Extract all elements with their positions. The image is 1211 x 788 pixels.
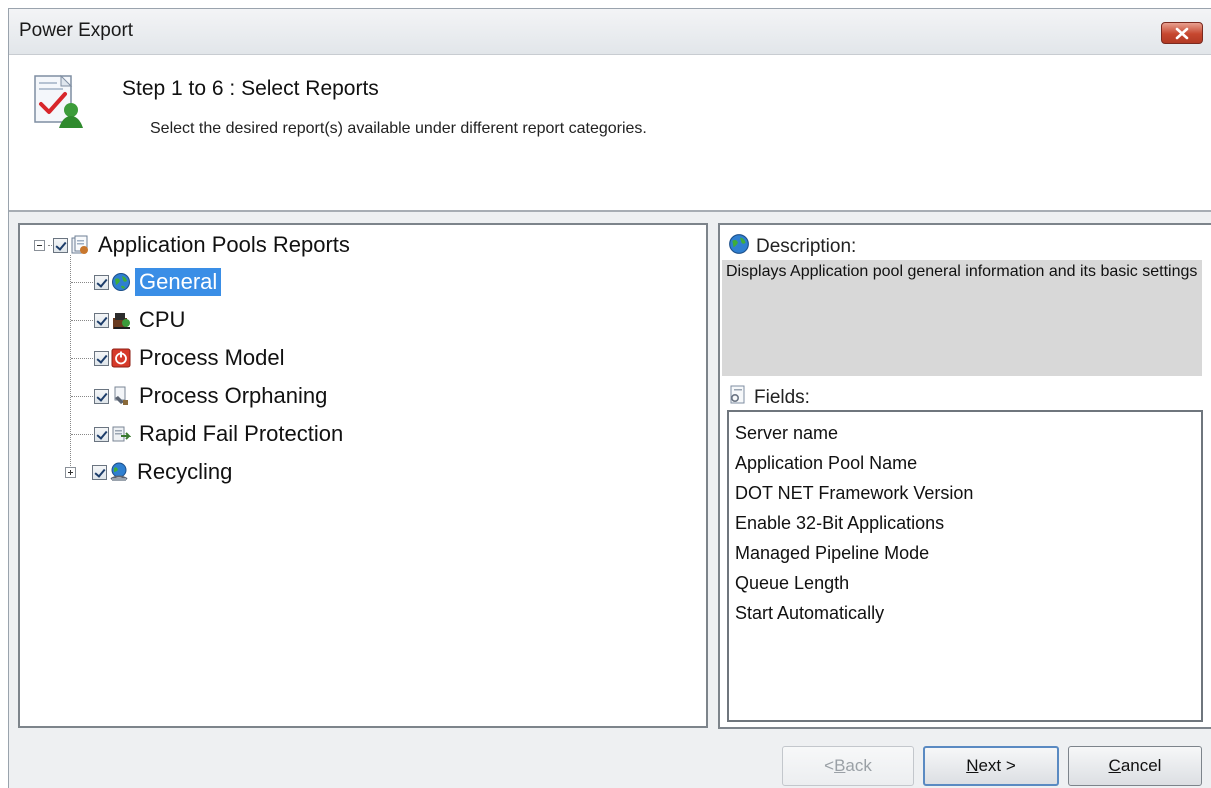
process-orphaning-icon	[111, 386, 131, 406]
process-orphaning-checkbox[interactable]	[94, 388, 109, 404]
description-text: Displays Application pool general inform…	[722, 260, 1202, 376]
tree-connector	[71, 396, 93, 397]
recycle-icon	[109, 462, 129, 482]
general-checkbox[interactable]	[94, 274, 109, 290]
rapid-fail-checkbox[interactable]	[94, 426, 109, 442]
recycling-checkbox[interactable]	[92, 464, 107, 480]
power-icon	[111, 348, 131, 368]
tree-item-recycling[interactable]: Recycling	[65, 456, 236, 488]
tree-item-label: Rapid Fail Protection	[139, 421, 344, 446]
fields-icon	[728, 385, 748, 410]
globe-icon	[728, 233, 750, 260]
cancel-button-rest: ancel	[1120, 756, 1162, 775]
details-panel: Description: Displays Application pool g…	[718, 223, 1211, 729]
list-item: Managed Pipeline Mode	[735, 543, 930, 563]
fields-label: Fields:	[754, 386, 810, 408]
tree-item-rapid-fail-protection[interactable]: Rapid Fail Protection	[94, 418, 347, 450]
rapid-fail-icon	[111, 424, 131, 444]
report-tree[interactable]: Application Pools Reports General CPU Pr…	[18, 223, 708, 728]
tree-item-label: Process Orphaning	[139, 383, 328, 408]
description-label: Description:	[756, 235, 857, 257]
tree-root-label: Application Pools Reports	[98, 232, 350, 257]
root-checkbox[interactable]	[53, 237, 68, 253]
wizard-header: Step 1 to 6 : Select Reports Select the …	[9, 55, 1211, 212]
power-export-window: Power Export Step 1 to 6 : Select Report…	[8, 8, 1211, 788]
tree-connector	[71, 434, 93, 435]
next-button-rest: ext >	[978, 756, 1016, 775]
tree-item-general[interactable]: General	[94, 266, 222, 298]
tree-item-label: General	[135, 268, 222, 296]
window-title: Power Export	[19, 20, 134, 41]
list-item: Start Automatically	[735, 603, 885, 623]
collapse-toggle[interactable]	[34, 239, 45, 251]
step-description: Select the desired report(s) available u…	[150, 120, 647, 137]
report-folder-icon	[70, 235, 90, 255]
expand-toggle[interactable]	[65, 466, 76, 478]
back-button-rest: ack	[845, 756, 872, 775]
tree-item-label: CPU	[139, 307, 186, 332]
tree-item-label: Recycling	[137, 459, 233, 484]
tree-root-row[interactable]: Application Pools Reports	[34, 229, 354, 261]
close-icon	[1174, 27, 1190, 40]
back-button[interactable]: < Back	[782, 746, 914, 786]
tree-connector	[71, 358, 93, 359]
back-button-accel: B	[834, 756, 846, 775]
cpu-checkbox[interactable]	[94, 312, 109, 328]
cancel-button[interactable]: Cancel	[1068, 746, 1202, 786]
list-item: Application Pool Name	[735, 453, 918, 473]
tree-connector	[71, 320, 93, 321]
tree-item-process-orphaning[interactable]: Process Orphaning	[94, 380, 331, 412]
tree-item-cpu[interactable]: CPU	[94, 304, 189, 336]
back-button-prefix: <	[824, 756, 835, 775]
close-button[interactable]	[1161, 22, 1203, 44]
cpu-icon	[111, 310, 131, 330]
list-item: DOT NET Framework Version	[735, 483, 974, 503]
cancel-button-accel: C	[1108, 756, 1121, 775]
list-item: Enable 32-Bit Applications	[735, 513, 945, 533]
tree-connector	[71, 282, 93, 283]
next-button[interactable]: Next >	[923, 746, 1059, 786]
list-item: Server name	[735, 423, 839, 443]
fields-list[interactable]: Server name Application Pool Name DOT NE…	[727, 410, 1203, 722]
report-check-icon	[29, 72, 85, 135]
globe-icon	[111, 272, 131, 292]
list-item: Queue Length	[735, 573, 850, 593]
tree-connector	[70, 255, 71, 472]
fields-header: Fields:	[728, 385, 810, 410]
step-title: Step 1 to 6 : Select Reports	[122, 77, 379, 100]
process-model-checkbox[interactable]	[94, 350, 109, 366]
description-header: Description:	[728, 233, 856, 260]
title-bar[interactable]: Power Export	[9, 9, 1211, 55]
next-button-accel: N	[966, 756, 979, 775]
tree-item-process-model[interactable]: Process Model	[94, 342, 289, 374]
tree-item-label: Process Model	[139, 345, 285, 370]
